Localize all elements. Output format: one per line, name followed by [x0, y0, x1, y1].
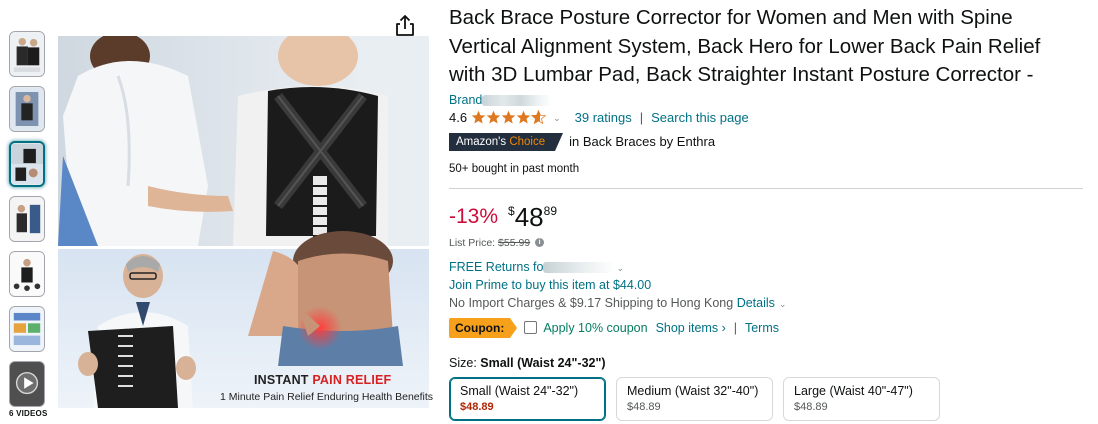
star-icon — [471, 110, 486, 124]
chevron-down-icon[interactable]: ⌄ — [779, 299, 787, 309]
coupon-badge: Coupon: — [449, 317, 518, 338]
import-shipping: No Import Charges & $9.17 Shipping to Ho… — [449, 294, 1085, 312]
star-rating[interactable] — [471, 110, 547, 125]
badge-context: in Back Braces by Enthra — [569, 134, 716, 149]
list-price-label: List Price: — [449, 236, 499, 249]
bought-count: 50+ bought in past month — [449, 162, 580, 175]
size-option-small[interactable]: Small (Waist 24"-32") $48.89 — [449, 376, 606, 421]
list-price: List Price: $55.99 i — [449, 236, 1085, 250]
search-page-link[interactable]: Search this page — [651, 109, 749, 127]
amazons-choice-badge[interactable]: Amazon's Choice — [449, 132, 564, 151]
image-caption-subtitle: 1 Minute Pain Relief Enduring Health Ben… — [220, 391, 434, 403]
divider — [449, 187, 1083, 189]
coupon-text[interactable]: Apply 10% coupon — [543, 321, 647, 335]
free-returns-text: FREE Returns fo — [449, 259, 544, 274]
price-row: -13% $ 48 89 — [449, 203, 1085, 231]
amazons-choice-row: Amazon's Choice in Back Braces by Enthra — [449, 132, 1085, 151]
thumbnail-4[interactable] — [9, 196, 45, 242]
discount-percent: -13% — [449, 204, 499, 228]
list-price-value: $55.99 — [498, 236, 531, 249]
price-whole: 48 — [514, 201, 544, 232]
size-option-name: Small (Waist 24"-32") — [460, 383, 579, 398]
size-label: Size: Small (Waist 24"-32") — [449, 355, 1085, 371]
star-icon — [501, 110, 516, 124]
star-half-icon — [531, 110, 547, 125]
join-prime-link[interactable]: Join Prime to buy this item at $44.00 — [449, 276, 1085, 294]
free-returns-link[interactable]: FREE Returns fo ⌄ — [449, 258, 1085, 276]
product-title-line: Back Brace Posture Corrector for Women a… — [449, 6, 1013, 29]
rating-row: 4.6 ⌄ 39 ratings | Search this page — [449, 109, 1085, 127]
share-icon — [396, 15, 414, 36]
product-title-line: with 3D Lumbar Pad, Back Straighter Inst… — [449, 63, 1034, 86]
size-option-name: Medium (Waist 32"-40") — [627, 383, 759, 398]
chevron-down-icon[interactable]: ⌄ — [553, 109, 561, 127]
thumbnail-5[interactable] — [9, 251, 45, 297]
chevron-down-icon: ⌄ — [616, 262, 625, 273]
main-product-image[interactable] — [58, 36, 429, 408]
terms-link[interactable]: Terms — [745, 321, 779, 335]
thumbnail-1[interactable] — [9, 31, 45, 77]
product-title-line: Vertical Alignment System, Back Hero for… — [449, 34, 1041, 58]
brand-link[interactable]: Brand — [449, 92, 1085, 108]
size-selected-value: Small (Waist 24"-32") — [480, 355, 606, 370]
size-option-price: $48.89 — [794, 400, 828, 413]
coupon-row: Coupon: Apply 10% coupon Shop items › | … — [449, 317, 1085, 338]
size-label-prefix: Size: — [449, 355, 481, 370]
size-option-name: Large (Waist 40"-47") — [794, 383, 913, 398]
star-icon — [516, 110, 531, 124]
price-fraction: 89 — [543, 203, 557, 218]
price-currency: $ — [508, 203, 515, 218]
thumbnail-6[interactable] — [9, 306, 45, 352]
size-option-price: $48.89 — [627, 400, 661, 413]
caption-title-prefix: INSTANT — [254, 373, 313, 387]
caption-title-highlight: PAIN RELIEF — [312, 373, 392, 387]
separator: | — [733, 320, 737, 335]
thumbnail-strip: 6 VIDEOS — [9, 31, 48, 418]
free-returns-redacted — [543, 261, 616, 273]
info-icon[interactable]: i — [535, 238, 545, 248]
image-caption-title: INSTANT PAIN RELIEF — [254, 373, 391, 387]
ratings-link[interactable]: 39 ratings — [575, 109, 632, 127]
thumbnail-video[interactable] — [9, 361, 45, 407]
import-text: No Import Charges & $9.17 Shipping to Ho… — [449, 295, 737, 310]
videos-count-label: 6 VIDEOS — [9, 409, 48, 418]
badge-part1: Amazon's — [456, 135, 510, 148]
brand-prefix: Brand — [449, 92, 483, 107]
main-image-illustration — [58, 36, 429, 408]
details-link[interactable]: Details — [737, 296, 775, 310]
thumbnail-3[interactable] — [9, 141, 45, 187]
badge-part2: Choice — [509, 135, 546, 148]
product-info: Back Brace Posture Corrector for Women a… — [449, 4, 1085, 421]
star-icon — [486, 110, 501, 124]
rating-value: 4.6 — [449, 109, 468, 125]
separator: | — [639, 109, 644, 125]
size-options: Small (Waist 24"-32") $48.89 Medium (Wai… — [449, 376, 1085, 421]
apply-coupon-checkbox[interactable] — [524, 321, 538, 334]
thumbnail-2[interactable] — [9, 86, 45, 132]
product-title: Back Brace Posture Corrector for Women a… — [449, 4, 1085, 90]
size-option-price: $48.89 — [460, 400, 494, 413]
size-option-large[interactable]: Large (Waist 40"-47") $48.89 — [783, 376, 940, 421]
share-button[interactable] — [394, 14, 416, 38]
shop-items-link[interactable]: Shop items › — [656, 321, 726, 335]
size-option-medium[interactable]: Medium (Waist 32"-40") $48.89 — [616, 376, 773, 421]
brand-name-redacted — [482, 94, 553, 106]
